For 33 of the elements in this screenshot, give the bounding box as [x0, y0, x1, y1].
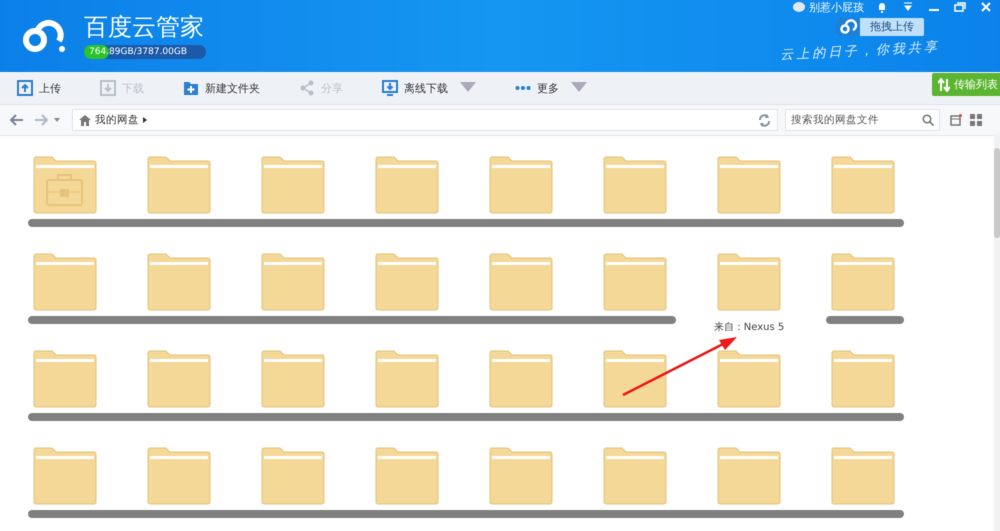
locked-folder-icon[interactable] [33, 156, 97, 214]
folder-icon[interactable] [603, 350, 667, 408]
toolbar-button[interactable]: 更多 [498, 76, 587, 100]
search-icon[interactable] [922, 114, 934, 126]
new-folder-icon [183, 80, 199, 96]
folder-name[interactable]: 来自：Nexus 5 [714, 320, 784, 334]
back-icon[interactable] [10, 114, 24, 126]
cloud-icon [836, 18, 860, 36]
toolbar-button[interactable]: 离线下载 [365, 76, 476, 100]
storage-text: 764.89GB/3787.00GB [88, 46, 188, 58]
refresh-icon[interactable] [758, 114, 771, 126]
breadcrumb-item[interactable]: 我的网盘 [95, 113, 139, 127]
caret-icon[interactable] [143, 117, 147, 123]
avatar-icon [793, 2, 805, 12]
history-caret-icon[interactable] [54, 118, 60, 122]
download-icon [100, 80, 116, 96]
app-title: 百度云管家 [84, 12, 205, 42]
scrollbar-thumb[interactable] [994, 148, 1000, 238]
search-field[interactable]: 搜索我的网盘文件 [785, 109, 940, 131]
drag-upload-button[interactable]: 拖拽上传 [836, 18, 924, 36]
restore-icon[interactable] [952, 1, 968, 13]
toolbar-button[interactable]: 新建文件夹 [166, 76, 260, 100]
slogan: 云上的日子，你我共享 [780, 38, 940, 64]
upload-icon [17, 80, 33, 96]
grid-view-icon[interactable] [970, 114, 982, 126]
notice-icon[interactable] [950, 114, 962, 126]
monitor-download-icon [382, 80, 398, 96]
home-icon[interactable] [79, 114, 91, 126]
share-icon [299, 80, 315, 96]
user-name[interactable]: 别惹小屁孩 [809, 0, 864, 14]
transfer-arrows-icon [938, 78, 950, 92]
forward-icon[interactable] [34, 114, 48, 126]
toolbar-button[interactable]: 上传 [0, 76, 61, 100]
